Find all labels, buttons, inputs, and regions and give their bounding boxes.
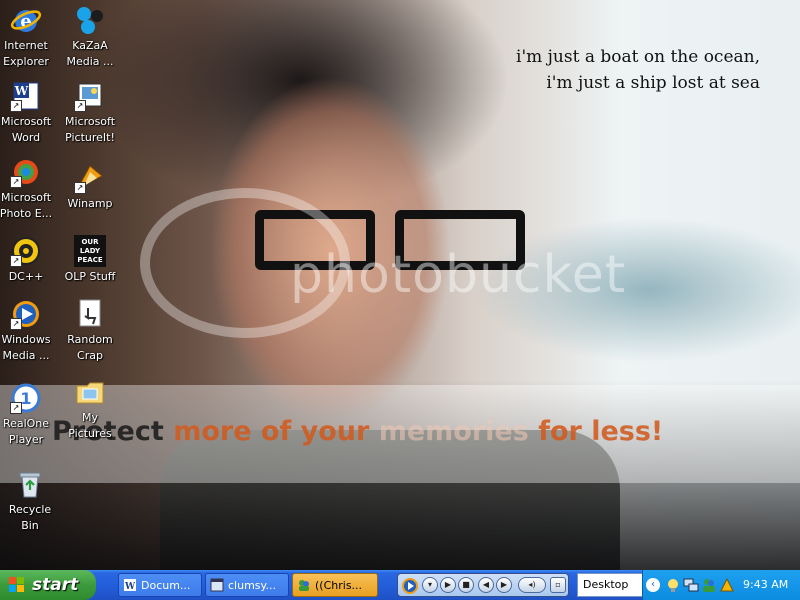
svg-text:W: W xyxy=(124,582,136,592)
mp-stop-button[interactable]: ■ xyxy=(458,577,474,593)
desktop-icon-pictureit[interactable]: ↗ Microsoft PictureIt! xyxy=(57,80,123,146)
realone-icon: 1 ↗ xyxy=(10,382,42,414)
lyrics-line-2: i'm just a ship lost at sea xyxy=(546,73,760,93)
desktop-icon-internet-explorer[interactable]: e Internet Explorer xyxy=(0,4,59,70)
windows-logo-icon xyxy=(9,577,24,592)
desktop-icon-dcpp[interactable]: ↗ DC++ xyxy=(0,235,59,285)
desktop-icon-winamp[interactable]: ↗ Winamp xyxy=(57,162,123,212)
network-icon[interactable] xyxy=(683,577,699,593)
banner-text: Protect more of your memories for less! xyxy=(52,416,664,447)
lyrics-line-1: i'm just a boat on the ocean, xyxy=(516,47,760,67)
start-label: start xyxy=(32,575,79,595)
photobucket-watermark: photobucket xyxy=(290,245,627,305)
taskbar-item-clumsy[interactable]: clumsy... xyxy=(205,573,289,597)
desktop-toolbar[interactable]: Desktop xyxy=(577,573,643,597)
mp-volume-button[interactable]: ◂) xyxy=(518,577,546,593)
svg-text:W: W xyxy=(14,84,29,98)
word-icon: W ↗ xyxy=(10,80,42,112)
photo-editor-icon: ↗ xyxy=(10,156,42,188)
random-crap-icon xyxy=(74,298,106,330)
mp-restore-button[interactable]: ▫ xyxy=(550,577,566,593)
mp-prev-button[interactable]: ◀ xyxy=(478,577,494,593)
media-player-icon xyxy=(402,578,418,594)
svg-text:1: 1 xyxy=(20,389,31,408)
bulb-icon[interactable] xyxy=(665,577,681,593)
pictureit-icon: ↗ xyxy=(74,80,106,112)
mp-play-button[interactable]: ▶ xyxy=(440,577,456,593)
kazaa-icon xyxy=(74,4,106,36)
updates-icon[interactable] xyxy=(719,577,735,593)
word-doc-icon: W xyxy=(124,579,136,592)
desktop-icon-photo-editor[interactable]: ↗ Microsoft Photo E... xyxy=(0,156,59,222)
recycle-bin-icon xyxy=(14,468,46,500)
taskbar-clock[interactable]: 9:43 AM xyxy=(743,570,788,600)
desktop-icon-windows-media[interactable]: ↗ Windows Media ... xyxy=(0,298,59,364)
messenger-icon xyxy=(299,580,309,591)
my-pictures-icon xyxy=(74,376,106,408)
winamp-icon: ↗ xyxy=(74,162,106,194)
start-button[interactable]: start xyxy=(0,570,96,600)
desktop-icon-random-crap[interactable]: Random Crap xyxy=(57,298,123,364)
desktop[interactable]: i'm just a boat on the ocean, i'm just a… xyxy=(0,0,800,570)
desktop-icon-word[interactable]: W ↗ Microsoft Word xyxy=(0,80,59,146)
taskbar: start W Docum... clumsy... ((Chris... ▾ … xyxy=(0,570,800,600)
browser-icon xyxy=(210,578,224,592)
mp-next-button[interactable]: ▶ xyxy=(496,577,512,593)
desktop-icon-recycle-bin[interactable]: Recycle Bin xyxy=(0,468,63,534)
mp-menu-button[interactable]: ▾ xyxy=(422,577,438,593)
desktop-icon-kazaa[interactable]: KaZaA Media ... xyxy=(57,4,123,70)
desktop-icon-realone[interactable]: 1 ↗ RealOne Player xyxy=(0,382,59,448)
taskbar-item-document[interactable]: W Docum... xyxy=(118,573,202,597)
media-player-toolbar[interactable]: ▾ ▶ ■ ◀ ▶ ◂) ▫ xyxy=(397,573,569,597)
messenger-tray-icon[interactable] xyxy=(701,577,717,593)
chevron-left-icon[interactable]: ‹ xyxy=(646,578,660,592)
olp-folder-icon: OUR LADY PEACE xyxy=(74,235,106,267)
desktop-icon-olp-stuff[interactable]: OUR LADY PEACE OLP Stuff xyxy=(57,235,123,285)
internet-explorer-icon: e xyxy=(10,4,42,36)
windows-media-icon: ↗ xyxy=(10,298,42,330)
taskbar-item-chris[interactable]: ((Chris... xyxy=(292,573,378,597)
wallpaper-lyrics: i'm just a boat on the ocean, i'm just a… xyxy=(460,44,760,96)
dcpp-icon: ↗ xyxy=(10,235,42,267)
desktop-icon-my-pictures[interactable]: My Pictures xyxy=(57,376,123,442)
desktop-toolbar-label: Desktop xyxy=(583,578,629,591)
